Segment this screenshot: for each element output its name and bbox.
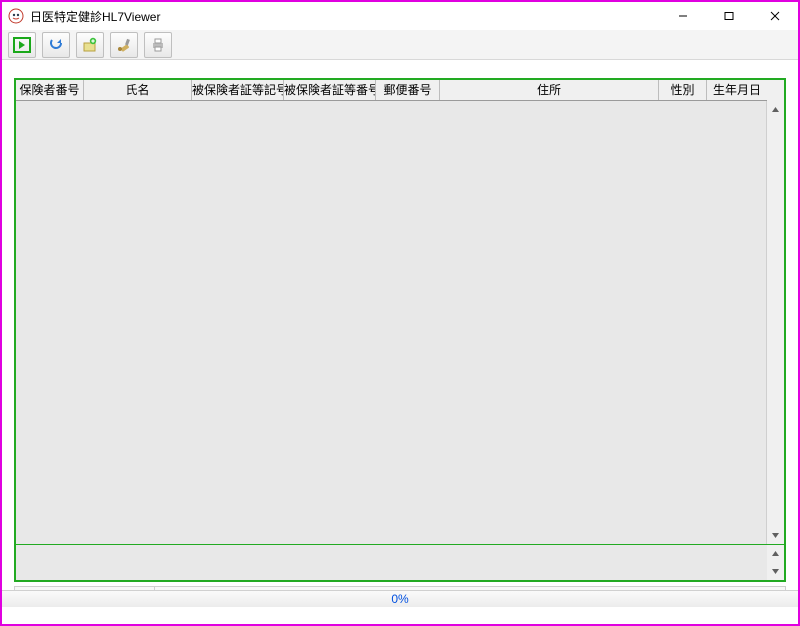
status-bottom [2, 607, 798, 624]
vertical-scrollbar-upper[interactable] [767, 101, 784, 544]
app-window: 日医特定健診HL7Viewer [0, 0, 800, 626]
grid-header: 保険者番号 氏名 被保険者証等記号 被保険者証等番号 郵便番号 住所 性別 生年… [16, 80, 767, 101]
grid-body-wrap [16, 101, 784, 544]
scroll-up-icon[interactable] [767, 101, 784, 118]
add-button[interactable] [76, 32, 104, 58]
open-button[interactable] [8, 32, 36, 58]
col-header-cert-symbol[interactable]: 被保険者証等記号 [192, 80, 284, 100]
print-button[interactable] [144, 32, 172, 58]
detail-body[interactable] [16, 545, 767, 580]
progress-bar: 0% [2, 590, 798, 607]
col-header-cert-number[interactable]: 被保険者証等番号 [284, 80, 376, 100]
progress-text: 0% [391, 592, 408, 606]
col-header-postal[interactable]: 郵便番号 [376, 80, 440, 100]
app-icon [8, 8, 24, 24]
minimize-button[interactable] [660, 2, 706, 30]
grid-header-wrap: 保険者番号 氏名 被保険者証等記号 被保険者証等番号 郵便番号 住所 性別 生年… [16, 80, 784, 101]
header-scroll-corner [767, 80, 784, 101]
col-header-address[interactable]: 住所 [440, 80, 659, 100]
settings-button[interactable] [110, 32, 138, 58]
scroll-down-icon[interactable] [767, 563, 784, 580]
vertical-scrollbar-lower[interactable] [767, 545, 784, 580]
title-bar: 日医特定健診HL7Viewer [2, 2, 798, 30]
status-bars: 0% [2, 590, 798, 624]
client-area: 保険者番号 氏名 被保険者証等記号 被保険者証等番号 郵便番号 住所 性別 生年… [2, 60, 798, 590]
scroll-down-icon[interactable] [767, 527, 784, 544]
toolbar [2, 30, 798, 60]
col-header-sex[interactable]: 性別 [659, 80, 707, 100]
grid-body[interactable] [16, 101, 767, 544]
close-button[interactable] [752, 2, 798, 30]
data-panel: 保険者番号 氏名 被保険者証等記号 被保険者証等番号 郵便番号 住所 性別 生年… [14, 78, 786, 582]
col-header-birthdate[interactable]: 生年月日 [707, 80, 767, 100]
col-header-name[interactable]: 氏名 [84, 80, 192, 100]
window-title: 日医特定健診HL7Viewer [30, 8, 660, 25]
maximize-button[interactable] [706, 2, 752, 30]
detail-subpanel [16, 544, 784, 580]
refresh-button[interactable] [42, 32, 70, 58]
scroll-up-icon[interactable] [767, 545, 784, 562]
col-header-insurer-number[interactable]: 保険者番号 [16, 80, 84, 100]
